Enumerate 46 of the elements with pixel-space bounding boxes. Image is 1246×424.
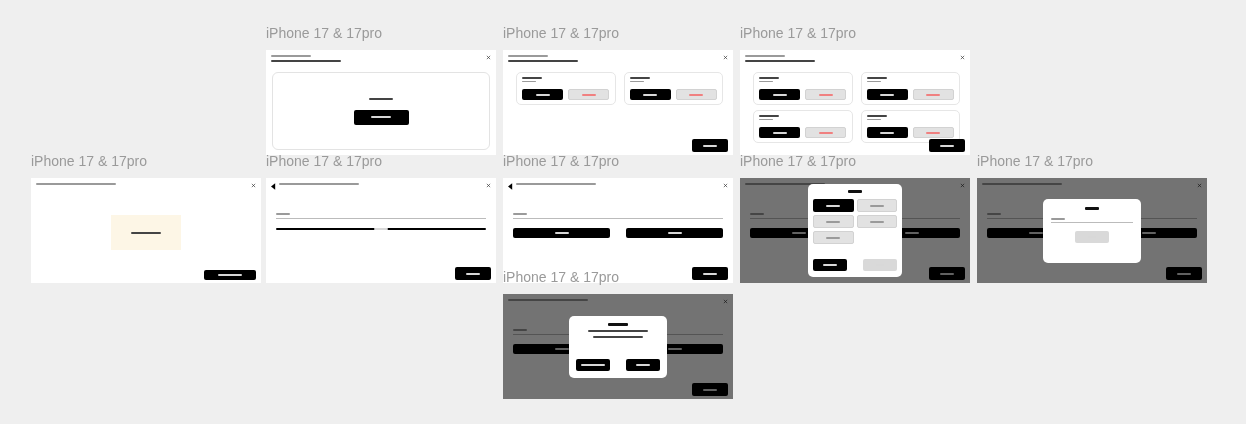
frame-label: iPhone 17 & 17pro bbox=[503, 269, 619, 286]
primary-button[interactable] bbox=[759, 89, 800, 100]
primary-button[interactable] bbox=[692, 267, 728, 280]
primary-button[interactable] bbox=[813, 259, 847, 271]
text-placeholder bbox=[593, 335, 643, 338]
frame-label: iPhone 17 & 17pro bbox=[977, 153, 1093, 170]
primary-button[interactable] bbox=[929, 139, 965, 152]
primary-button[interactable] bbox=[626, 358, 660, 371]
primary-button[interactable] bbox=[866, 127, 908, 138]
text-placeholder bbox=[608, 322, 628, 326]
frame-label: iPhone 17 & 17pro bbox=[266, 25, 382, 42]
close-icon[interactable] bbox=[486, 55, 491, 60]
text-placeholder bbox=[131, 231, 161, 234]
close-icon[interactable] bbox=[723, 55, 728, 60]
primary-button[interactable] bbox=[626, 228, 723, 238]
primary-button[interactable] bbox=[692, 139, 728, 152]
frame-label: iPhone 17 & 17pro bbox=[31, 153, 147, 170]
back-arrow-icon[interactable] bbox=[271, 183, 276, 190]
close-icon[interactable] bbox=[723, 299, 728, 304]
close-icon[interactable] bbox=[486, 183, 491, 188]
primary-button[interactable] bbox=[455, 267, 491, 280]
primary-button[interactable] bbox=[204, 270, 256, 280]
close-icon[interactable] bbox=[1197, 183, 1202, 188]
text-placeholder bbox=[1085, 206, 1099, 210]
frame-label: iPhone 17 & 17pro bbox=[503, 25, 619, 42]
primary-button[interactable] bbox=[513, 228, 610, 238]
close-icon[interactable] bbox=[723, 183, 728, 188]
input-field[interactable] bbox=[1051, 217, 1133, 223]
close-icon[interactable] bbox=[960, 55, 965, 60]
close-icon[interactable] bbox=[960, 183, 965, 188]
text-placeholder bbox=[369, 97, 393, 100]
primary-button[interactable] bbox=[576, 358, 610, 371]
frame-label: iPhone 17 & 17pro bbox=[740, 153, 856, 170]
primary-button[interactable] bbox=[759, 127, 800, 138]
option-button[interactable] bbox=[813, 199, 854, 212]
primary-button[interactable] bbox=[629, 89, 671, 100]
frame-label: iPhone 17 & 17pro bbox=[266, 153, 382, 170]
text-placeholder bbox=[848, 190, 862, 193]
primary-button[interactable] bbox=[866, 89, 908, 100]
back-arrow-icon[interactable] bbox=[508, 183, 513, 190]
text-placeholder bbox=[588, 329, 648, 332]
close-icon[interactable] bbox=[251, 183, 256, 188]
primary-button[interactable] bbox=[522, 89, 563, 100]
frame-label: iPhone 17 & 17pro bbox=[740, 25, 856, 42]
primary-button[interactable] bbox=[353, 109, 409, 125]
frame-label: iPhone 17 & 17pro bbox=[503, 153, 619, 170]
